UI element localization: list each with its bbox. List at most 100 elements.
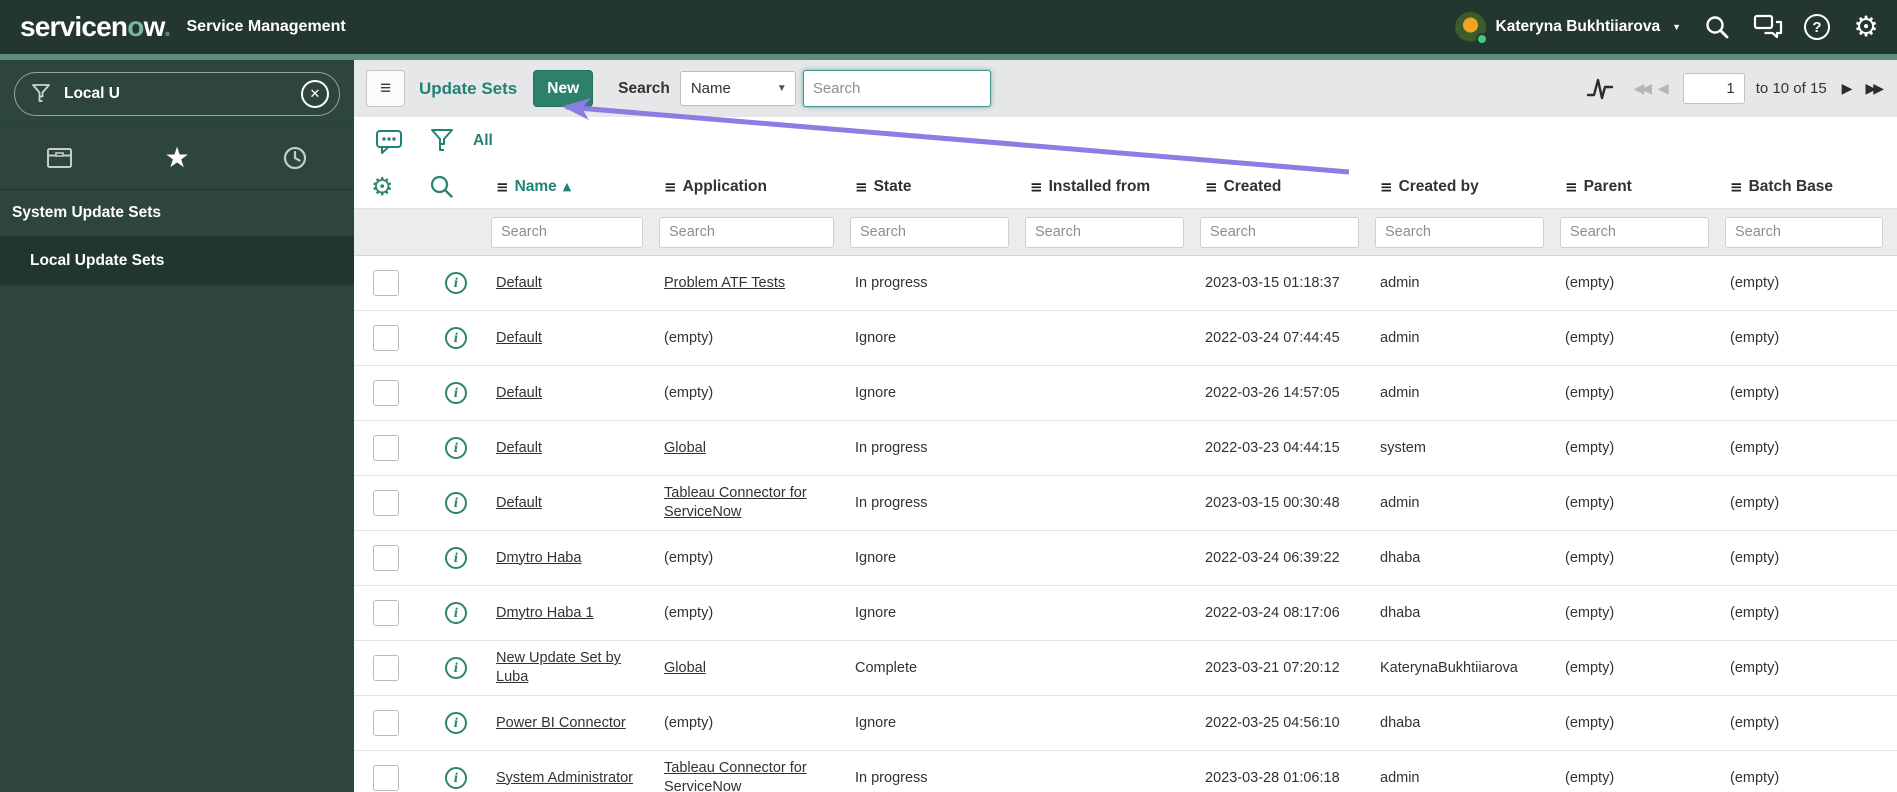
global-search-icon[interactable] <box>1702 12 1732 42</box>
show-filter-icon[interactable] <box>430 128 454 154</box>
column-label: Created by <box>1398 177 1479 195</box>
tab-all-applications[interactable] <box>0 127 118 189</box>
list-filter-bar: All <box>354 117 1897 165</box>
row-checkbox[interactable] <box>373 765 399 791</box>
cell-batch_base: (empty) <box>1730 769 1780 786</box>
column-header-parent[interactable]: ≡ Parent <box>1558 178 1723 196</box>
table-row: i New Update Set by Luba Global Complete 202… <box>354 641 1897 696</box>
table-row: i Default Tableau Connector for ServiceNow… <box>354 476 1897 531</box>
activity-pulse-icon[interactable] <box>1585 76 1615 102</box>
user-menu[interactable]: Kateryna Bukhtiiarova ▼ <box>1454 11 1681 45</box>
cell-application: (empty) <box>664 714 714 731</box>
navigator-filter-input[interactable] <box>62 84 301 104</box>
record-link[interactable]: Default <box>496 495 542 511</box>
column-filter-created_by[interactable] <box>1375 216 1544 248</box>
new-button[interactable]: New <box>533 70 594 107</box>
row-checkbox[interactable] <box>373 545 399 571</box>
cell-parent: (empty) <box>1565 384 1615 401</box>
record-link[interactable]: Power BI Connector <box>496 715 626 731</box>
column-header-application[interactable]: ≡ Application <box>657 178 848 196</box>
row-checkbox[interactable] <box>373 380 399 406</box>
record-link[interactable]: Default <box>496 440 542 456</box>
application-link[interactable]: Global <box>664 660 706 676</box>
tab-history[interactable] <box>236 127 354 189</box>
record-info-icon[interactable]: i <box>445 272 467 294</box>
column-filter-name[interactable] <box>491 216 643 248</box>
navigator-filter[interactable]: ✕ <box>14 72 340 116</box>
record-info-icon[interactable]: i <box>445 492 467 514</box>
column-filter-state[interactable] <box>850 216 1009 248</box>
page-number-input[interactable] <box>1682 73 1745 104</box>
breadcrumb-all[interactable]: All <box>473 132 493 150</box>
record-link[interactable]: Dmytro Haba 1 <box>496 605 594 621</box>
record-info-icon[interactable]: i <box>445 712 467 734</box>
row-checkbox[interactable] <box>373 490 399 516</box>
last-page-button[interactable]: ▶▶ <box>1865 82 1883 96</box>
cell-state: Ignore <box>855 329 897 346</box>
row-checkbox[interactable] <box>373 710 399 736</box>
record-link[interactable]: Default <box>496 385 542 401</box>
column-header-batch_base[interactable]: ≡ Batch Base <box>1723 178 1897 196</box>
first-page-button[interactable]: ◀◀ <box>1633 82 1651 96</box>
application-link[interactable]: Problem ATF Tests <box>664 275 785 291</box>
cell-created_by: admin <box>1380 329 1420 346</box>
cell-parent: (empty) <box>1565 494 1615 511</box>
record-link[interactable]: Default <box>496 330 542 346</box>
record-info-icon[interactable]: i <box>445 437 467 459</box>
application-link[interactable]: Tableau Connector for ServiceNow <box>664 485 807 520</box>
column-header-name[interactable]: ≡ Name ▲ <box>489 178 657 196</box>
row-checkbox[interactable] <box>373 325 399 351</box>
settings-gear-icon[interactable]: ⚙ <box>1851 12 1881 42</box>
cell-created_by: admin <box>1380 769 1420 786</box>
column-filter-batch_base[interactable] <box>1725 216 1883 248</box>
help-icon[interactable]: ? <box>1804 14 1830 40</box>
column-filter-created[interactable] <box>1200 216 1359 248</box>
record-info-icon[interactable]: i <box>445 547 467 569</box>
previous-page-button[interactable]: ◀ <box>1658 82 1669 96</box>
column-filter-installed_from[interactable] <box>1025 216 1184 248</box>
personalize-list-gear-icon[interactable]: ⚙ <box>371 174 393 199</box>
column-search-icon[interactable] <box>429 174 454 199</box>
row-checkbox[interactable] <box>373 270 399 296</box>
cell-parent: (empty) <box>1565 769 1615 786</box>
column-filter-parent[interactable] <box>1560 216 1709 248</box>
column-header-created[interactable]: ≡ Created <box>1198 178 1373 196</box>
column-filter-application[interactable] <box>659 216 834 248</box>
record-link[interactable]: Dmytro Haba <box>496 550 581 566</box>
record-info-icon[interactable]: i <box>445 327 467 349</box>
column-label: Created <box>1223 177 1282 195</box>
column-header-created_by[interactable]: ≡ Created by <box>1373 178 1558 196</box>
clear-filter-icon[interactable]: ✕ <box>301 80 329 108</box>
list-context-menu-button[interactable]: ≡ <box>366 70 405 107</box>
record-link[interactable]: Default <box>496 275 542 291</box>
record-info-icon[interactable]: i <box>445 602 467 624</box>
tab-favorites[interactable]: ★ <box>118 127 236 189</box>
cell-created: 2023-03-15 00:30:48 <box>1205 494 1340 511</box>
table-row: i Dmytro Haba 1 (empty) Ignore 2022-03-24 08… <box>354 586 1897 641</box>
search-field-select[interactable]: Name ▼ <box>679 71 796 106</box>
cell-state: In progress <box>855 769 928 786</box>
servicenow-logo[interactable]: servicenow. <box>20 11 171 43</box>
application-link[interactable]: Tableau Connector for ServiceNow <box>664 760 807 792</box>
column-header-state[interactable]: ≡ State <box>848 178 1023 196</box>
list-chat-icon[interactable] <box>375 129 403 154</box>
archive-box-icon <box>46 148 72 168</box>
record-link[interactable]: New Update Set by Luba <box>496 650 621 685</box>
connect-chat-icon[interactable] <box>1753 12 1783 42</box>
record-info-icon[interactable]: i <box>445 382 467 404</box>
row-checkbox[interactable] <box>373 655 399 681</box>
row-checkbox[interactable] <box>373 600 399 626</box>
application-link[interactable]: Global <box>664 440 706 456</box>
list-search-input[interactable] <box>802 70 991 107</box>
cell-parent: (empty) <box>1565 329 1615 346</box>
record-info-icon[interactable]: i <box>445 767 467 789</box>
record-link[interactable]: System Administrator <box>496 770 633 786</box>
nav-section-system-update-sets[interactable]: System Update Sets <box>0 190 354 236</box>
record-info-icon[interactable]: i <box>445 657 467 679</box>
column-label: Installed from <box>1048 177 1151 195</box>
column-header-installed_from[interactable]: ≡ Installed from <box>1023 178 1198 196</box>
row-checkbox[interactable] <box>373 435 399 461</box>
next-page-button[interactable]: ▶ <box>1842 82 1853 96</box>
nav-item-local-update-sets[interactable]: Local Update Sets <box>0 236 354 286</box>
list-title[interactable]: Update Sets <box>419 79 517 99</box>
